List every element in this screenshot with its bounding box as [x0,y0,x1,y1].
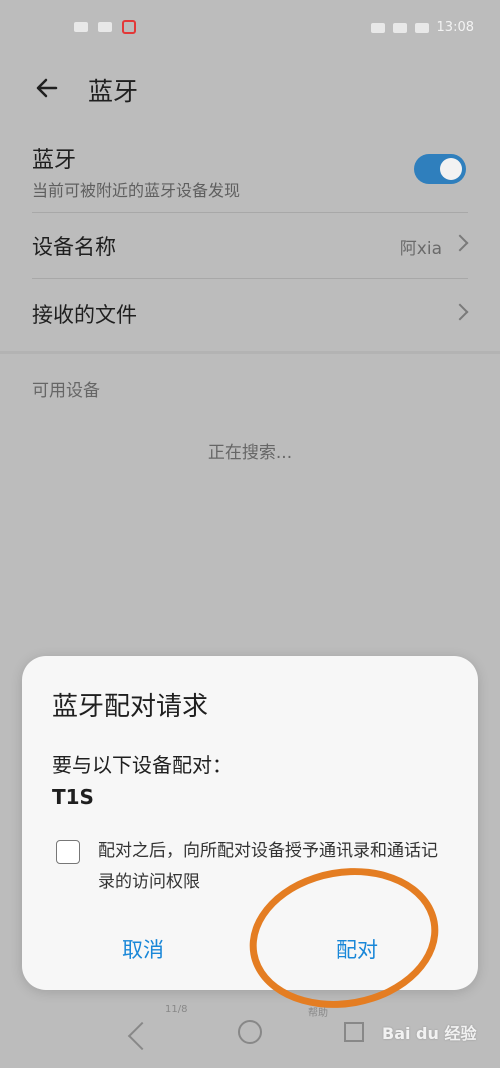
bluetooth-settings-screen: 13:08 蓝牙 蓝牙 当前可被附近的蓝牙设备发现 设备名称 阿xia 接收的文… [0,0,500,1068]
bluetooth-switch[interactable] [414,154,466,184]
battery-icon [414,22,429,33]
bottom-overlay-right-text: 帮助 [308,1008,328,1019]
device-name-label: 设备名称 [32,235,116,259]
watermark-logo: Bai du 经验 [382,1024,477,1043]
nav-back-icon[interactable] [127,1021,157,1051]
signal-icon [74,22,88,32]
device-name-row[interactable]: 设备名称 阿xia [32,212,469,279]
title-bar: 蓝牙 [0,56,500,120]
status-time: 13:08 [436,20,474,35]
back-arrow-icon[interactable] [30,70,66,106]
pairing-device-name: T1S [52,785,94,809]
switch-knob-icon [440,158,462,180]
chevron-right-icon [451,234,469,252]
searching-text: 正在搜索... [207,443,293,463]
nav-home-icon[interactable] [238,1020,262,1044]
bottom-overlay-left-text: 11/8 [165,1004,188,1015]
available-devices-heading: 可用设备 [32,381,100,401]
received-files-row[interactable]: 接收的文件 [32,281,469,347]
nav-recent-apps-icon[interactable] [344,1022,364,1042]
bluetooth-icon [392,22,407,33]
bluetooth-label: 蓝牙 [32,148,77,173]
status-bar: 13:08 [0,0,500,56]
eye-icon [370,22,385,33]
page-title: 蓝牙 [88,77,139,106]
chevron-right-icon [451,303,469,321]
status-icons-left [74,20,136,34]
section-divider [0,351,500,354]
wifi-icon [98,22,112,32]
pairing-message: 要与以下设备配对： [52,753,232,777]
bluetooth-subtitle: 当前可被附近的蓝牙设备发现 [32,181,241,200]
device-name-value: 阿xia [399,239,442,259]
contacts-access-checkbox[interactable] [56,840,80,864]
cancel-button[interactable]: 取消 [60,934,226,964]
dialog-title: 蓝牙配对请求 [52,692,209,722]
received-files-label: 接收的文件 [32,303,137,327]
status-icons-right: 13:08 [370,20,474,35]
notification-icon [122,20,136,34]
bluetooth-toggle-row[interactable]: 蓝牙 当前可被附近的蓝牙设备发现 [32,136,468,213]
